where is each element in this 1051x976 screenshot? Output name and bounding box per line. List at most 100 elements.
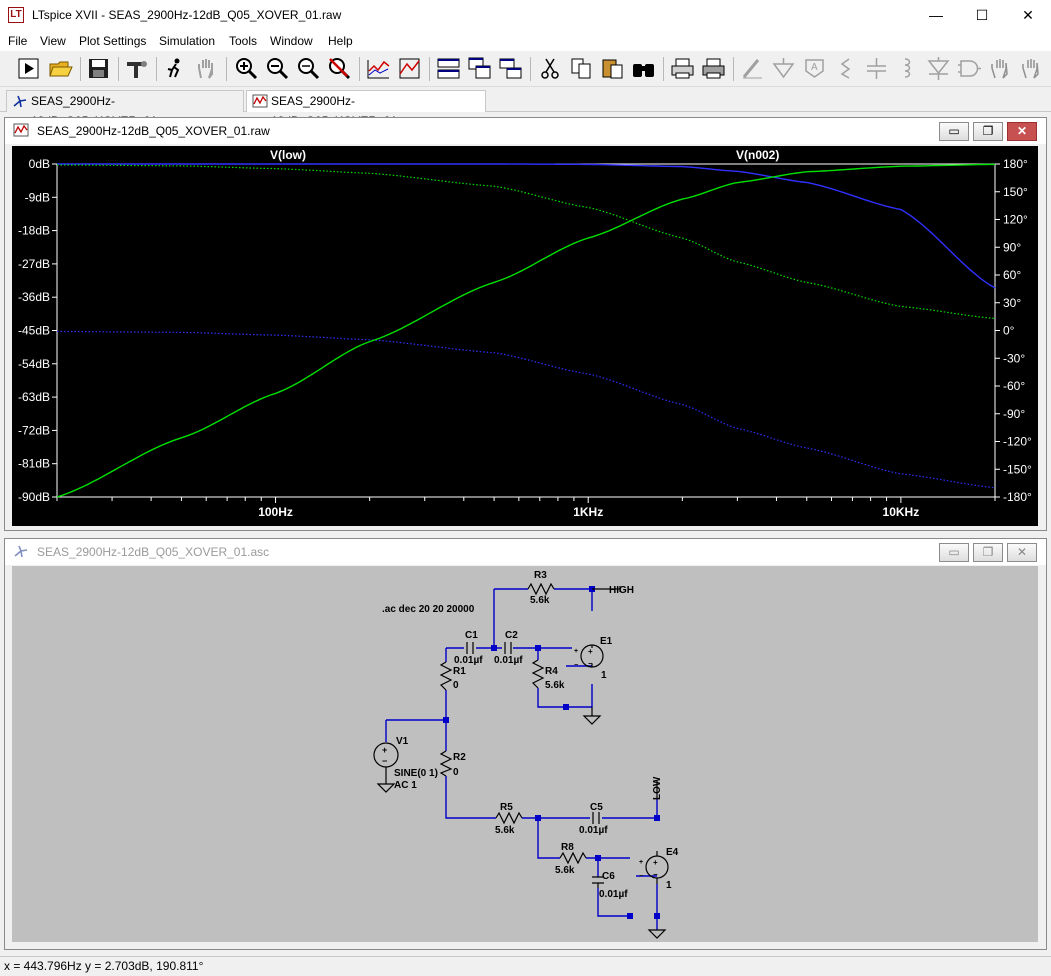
label-e1-value[interactable]: 1 [601,670,607,681]
y-left-tick-label: -54dB [18,357,50,371]
close-button[interactable]: ✕ [1005,0,1051,31]
print-icon[interactable] [701,56,726,81]
waveform-restore-button[interactable]: ❐ [973,122,1003,141]
resistor-r8[interactable] [559,851,587,865]
control-panel-icon[interactable] [124,56,149,81]
ac-directive[interactable]: .ac dec 20 20 20000 [382,604,475,615]
ground-icon[interactable] [771,56,796,81]
label-e4-ref: E4 [666,847,679,858]
copy-icon[interactable] [569,56,594,81]
open-icon[interactable] [48,56,73,81]
label-c5-value[interactable]: 0.01µf [579,825,608,836]
capacitor-c1[interactable] [466,642,474,654]
label-r5-ref: R5 [500,802,513,813]
cascade-icon[interactable] [467,56,492,81]
label-v1-value[interactable]: SINE(0 1) [394,768,438,779]
tile-horizontal-icon[interactable] [436,56,461,81]
paste-icon[interactable] [600,56,625,81]
waveform-close-button[interactable]: ✕ [1007,122,1037,141]
tab-waveform[interactable]: SEAS_2900Hz-12dB_Q05_XOVER_01.raw [246,90,486,128]
move-icon[interactable] [988,56,1013,81]
ltspice-app: LT LTspice XVII - SEAS_2900Hz-12dB_Q05_X… [0,0,1051,976]
label-net-low[interactable]: LOW [652,776,663,800]
y-left-tick-label: -27dB [18,257,50,271]
resistor-r2[interactable] [439,750,453,777]
y-left-tick-label: -72dB [18,423,50,437]
y-right-tick-label: -150° [1003,462,1032,476]
wire-icon[interactable] [740,56,765,81]
svg-text:+: + [639,859,643,866]
ltspice-logo-icon: LT [8,7,24,23]
menu-file[interactable]: File [8,34,27,48]
menu-help[interactable]: Help [328,34,353,48]
label-r2-value[interactable]: 0 [453,767,459,778]
cursor-readout: x = 443.796Hz y = 2.703dB, 190.811° [4,959,204,973]
pan-icon[interactable] [194,56,219,81]
label-r1-value[interactable]: 0 [453,680,459,691]
schematic-window-title: SEAS_2900Hz-12dB_Q05_XOVER_01.asc [37,545,270,559]
autorange-icon[interactable] [366,56,391,81]
label-e4-value[interactable]: 1 [666,880,672,891]
y-right-tick-label: 30° [1003,296,1021,310]
schematic-close-button[interactable]: ✕ [1007,543,1037,562]
resistor-r3[interactable] [527,582,555,596]
tile-vertical-icon[interactable] [498,56,523,81]
label-icon[interactable]: A [802,56,827,81]
tab-schematic[interactable]: SEAS_2900Hz-12dB_Q05_XOVER_01.asc [6,90,244,128]
schematic-icon [14,545,28,558]
label-v1-ref: V1 [396,736,409,747]
y-right-tick-label: -30° [1003,351,1025,365]
minimize-button[interactable]: — [913,0,959,31]
diode-icon[interactable] [926,56,951,81]
label-r4-value[interactable]: 5.6k [545,680,565,691]
label-r5-value[interactable]: 5.6k [495,825,515,836]
run-icon[interactable] [16,56,41,81]
vcvs-e4[interactable]: + − + − [639,851,669,884]
find-icon[interactable] [631,56,656,81]
resistor-r5[interactable] [495,811,523,825]
zoom-in-icon[interactable] [234,56,259,81]
label-net-high[interactable]: HIGH [609,585,634,596]
label-v1-ac[interactable]: AC 1 [394,780,417,791]
waveform-minimize-button[interactable]: ▭ [939,122,969,141]
resistor-icon[interactable] [833,56,858,81]
menu-simulation[interactable]: Simulation [159,34,215,48]
ground-e1 [582,707,602,725]
label-c1-value[interactable]: 0.01µf [454,655,483,666]
svg-text:−: − [653,870,658,879]
capacitor-icon[interactable] [864,56,889,81]
save-icon[interactable] [86,56,111,81]
maximize-button[interactable]: ☐ [959,0,1005,31]
label-r3-value[interactable]: 5.6k [530,595,550,606]
menu-tools[interactable]: Tools [229,34,257,48]
component-icon[interactable] [957,56,982,81]
label-r8-value[interactable]: 5.6k [555,865,575,876]
menu-plot-settings[interactable]: Plot Settings [79,34,146,48]
schematic-drawing[interactable]: + − + − + − + − + − .ac dec 20 20 20000 … [12,566,1038,942]
label-c2-value[interactable]: 0.01µf [494,655,523,666]
menu-window[interactable]: Window [270,34,313,48]
zoom-out-icon[interactable] [265,56,290,81]
inductor-icon[interactable] [895,56,920,81]
resistor-r1[interactable] [439,661,453,691]
print-setup-icon[interactable] [670,56,695,81]
series-v-low-magnitude [57,163,996,289]
capacitor-c2[interactable] [504,642,512,654]
zoom-cancel-icon[interactable] [327,56,352,81]
capacitor-c5[interactable] [592,812,600,824]
schematic-restore-button[interactable]: ❐ [973,543,1003,562]
drag-icon[interactable] [1019,56,1044,81]
schematic-canvas[interactable]: + − + − + − + − + − .ac dec 20 20 20000 … [12,566,1038,942]
zoom-area-icon[interactable] [397,56,422,81]
zoom-fit-icon[interactable] [296,56,321,81]
resistor-r4[interactable] [531,659,545,689]
run-arrow-icon[interactable] [162,56,187,81]
menu-view[interactable]: View [40,34,66,48]
cut-icon[interactable] [538,56,563,81]
schematic-minimize-button[interactable]: ▭ [939,543,969,562]
bode-plot[interactable]: 0dB -9dB -18dB -27dB -36dB -45dB -54dB -63dB -72… [12,146,1038,526]
label-c6-value[interactable]: 0.01µf [599,889,628,900]
schematic-window-titlebar[interactable]: SEAS_2900Hz-12dB_Q05_XOVER_01.asc ▭ ❐ ✕ [5,539,1046,565]
plot-pane[interactable]: 0dB -9dB -18dB -27dB -36dB -45dB -54dB -63dB -72… [12,146,1038,526]
waveform-window-titlebar[interactable]: SEAS_2900Hz-12dB_Q05_XOVER_01.raw ▭ ❐ ✕ [5,118,1046,144]
